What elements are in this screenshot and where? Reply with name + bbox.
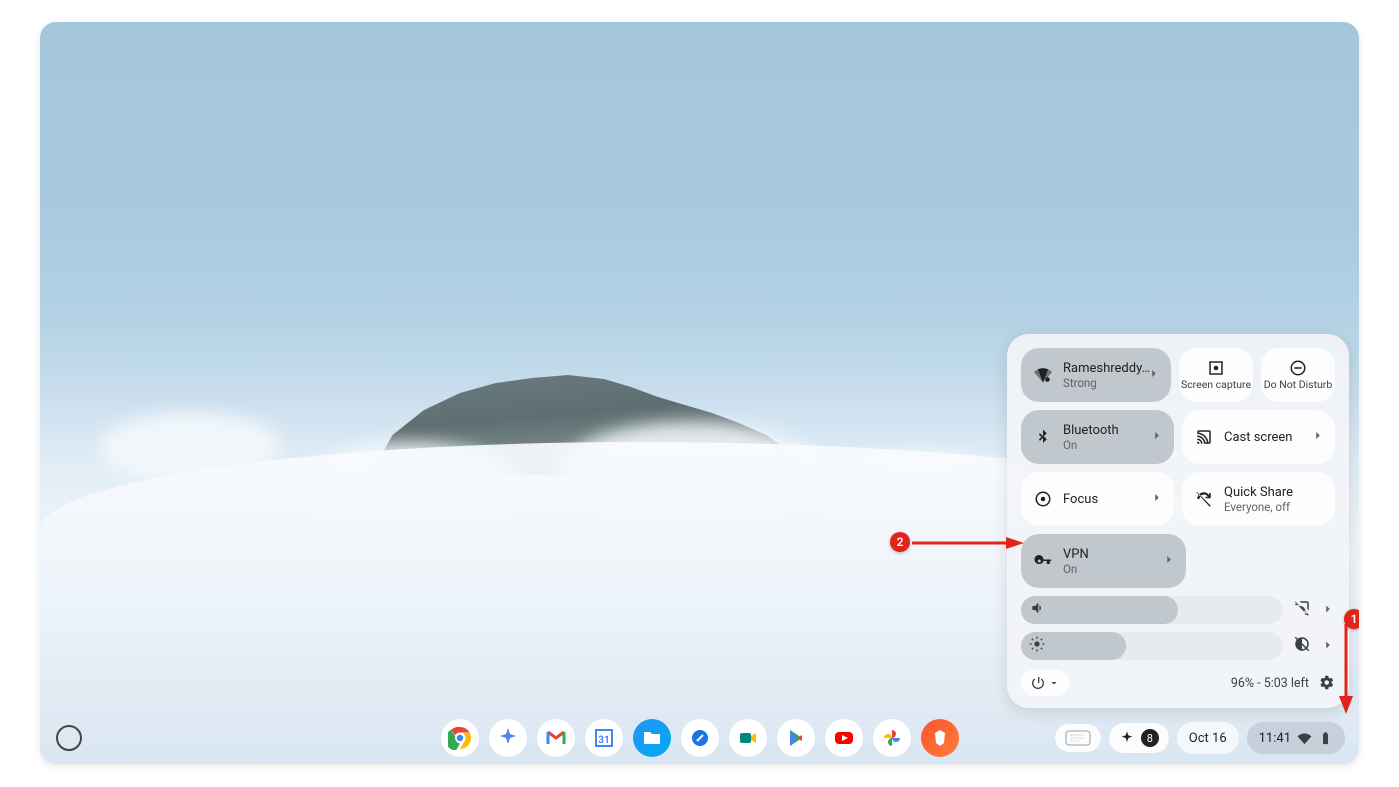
chevron-right-icon[interactable] [1321, 601, 1335, 620]
annotation-badge-2: 2 [890, 532, 910, 552]
bluetooth-tile[interactable]: Bluetooth On [1021, 410, 1174, 464]
annotation-arrow-2 [912, 535, 1024, 551]
app-files[interactable] [633, 719, 671, 757]
svg-text:31: 31 [598, 735, 609, 746]
chevron-right-icon[interactable] [1150, 428, 1164, 447]
app-play[interactable] [777, 719, 815, 757]
battery-status-icon [1318, 731, 1333, 746]
cast-off-icon[interactable] [1293, 599, 1311, 621]
app-brave[interactable] [921, 719, 959, 757]
dnd-tile[interactable]: Do Not Disturb [1261, 348, 1335, 402]
brightness-row [1021, 632, 1335, 660]
cast-tile[interactable]: Cast screen [1182, 410, 1335, 464]
status-area[interactable]: 11:41 [1247, 722, 1345, 754]
screen-capture-icon [1206, 359, 1226, 377]
shelf-date: Oct 16 [1189, 731, 1227, 746]
vpn-tile[interactable]: VPN On [1021, 534, 1186, 588]
chevron-right-icon[interactable] [1311, 428, 1325, 447]
shelf: 31 8 Oct 16 11:41 [46, 716, 1353, 760]
brightness-icon [1029, 636, 1045, 656]
volume-icon [1029, 600, 1045, 620]
brightness-slider[interactable] [1021, 632, 1283, 660]
desktop-screen: Rameshreddy… Strong Screen capture Do No… [40, 22, 1359, 764]
quick-settings-panel: Rameshreddy… Strong Screen capture Do No… [1007, 334, 1349, 708]
chevron-right-icon[interactable] [1162, 552, 1176, 571]
cast-icon [1194, 428, 1214, 446]
shelf-tray: 8 Oct 16 11:41 [1055, 722, 1353, 754]
wifi-status-icon [1297, 731, 1312, 746]
quick-share-tile[interactable]: Quick Share Everyone, off [1182, 472, 1335, 526]
focus-tile[interactable]: Focus [1021, 472, 1174, 526]
shelf-apps: 31 [441, 719, 959, 757]
vpn-key-icon [1033, 552, 1053, 570]
screen-capture-tile[interactable]: Screen capture [1179, 348, 1253, 402]
focus-icon [1033, 490, 1053, 508]
app-meet[interactable] [729, 719, 767, 757]
power-menu-button[interactable] [1021, 670, 1069, 696]
chevron-right-icon[interactable] [1150, 490, 1164, 509]
app-gmail[interactable] [537, 719, 575, 757]
volume-slider[interactable] [1021, 596, 1283, 624]
volume-row [1021, 596, 1335, 624]
app-gemini[interactable] [489, 719, 527, 757]
notifications-pill[interactable]: 8 [1109, 723, 1169, 753]
notif-count: 8 [1141, 729, 1159, 747]
bluetooth-icon [1033, 428, 1053, 446]
app-chrome[interactable] [441, 719, 479, 757]
night-light-off-icon[interactable] [1293, 635, 1311, 657]
app-calendar[interactable]: 31 [585, 719, 623, 757]
launcher-button[interactable] [56, 725, 82, 751]
app-youtube[interactable] [825, 719, 863, 757]
wifi-tile[interactable]: Rameshreddy… Strong [1021, 348, 1171, 402]
quick-share-icon [1194, 490, 1214, 508]
wifi-strength: Strong [1063, 376, 1159, 390]
date-pill[interactable]: Oct 16 [1177, 722, 1239, 754]
chevron-right-icon[interactable] [1147, 366, 1161, 385]
wifi-icon [1033, 366, 1053, 384]
app-chat[interactable] [681, 719, 719, 757]
wifi-name: Rameshreddy… [1063, 361, 1159, 376]
phone-hub-button[interactable] [1055, 724, 1101, 752]
annotation-arrow-1 [1331, 624, 1359, 716]
dnd-icon [1288, 359, 1308, 377]
shelf-time: 11:41 [1259, 731, 1291, 746]
battery-status: 96% - 5:03 left [1231, 676, 1309, 691]
app-photos[interactable] [873, 719, 911, 757]
